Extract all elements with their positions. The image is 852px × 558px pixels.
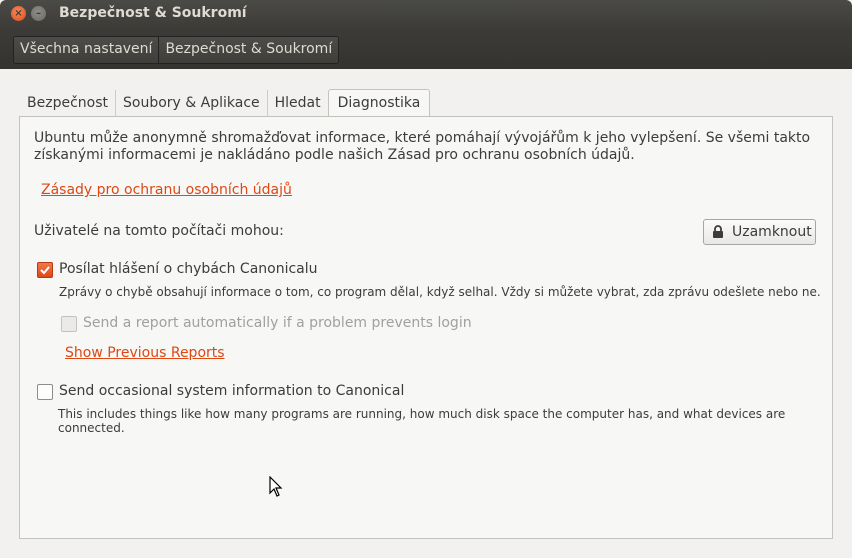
intro-text: Ubuntu může anonymně shromažďovat inform… [34, 130, 814, 164]
tab-files-applications[interactable]: Soubory & Aplikace [115, 90, 267, 116]
breadcrumb: Všechna nastavení Bezpečnost & Soukromí [13, 36, 340, 64]
tab-bar: Bezpečnost Soubory & Aplikace Hledat Dia… [20, 89, 431, 117]
privacy-policy-link[interactable]: Zásady pro ochranu osobních údajů [41, 182, 292, 198]
lock-button-label: Uzamknout [732, 224, 812, 240]
window-title: Bezpečnost & Soukromí [59, 5, 247, 21]
error-reports-description: Zprávy o chybě obsahují informace o tom,… [59, 285, 821, 299]
minimize-button[interactable]: – [31, 6, 46, 21]
tab-diagnostics[interactable]: Diagnostika [327, 89, 431, 117]
lock-icon [713, 225, 723, 238]
auto-report-checkbox[interactable] [61, 316, 77, 332]
close-button[interactable]: × [11, 6, 26, 21]
intro-line-2: získanými informacemi je nakládáno podle… [34, 147, 635, 163]
tab-security[interactable]: Bezpečnost [20, 90, 115, 116]
breadcrumb-all-settings[interactable]: Všechna nastavení [14, 37, 159, 63]
checkmark-icon [40, 266, 50, 275]
lock-button[interactable]: Uzamknout [703, 219, 816, 245]
breadcrumb-security-privacy[interactable]: Bezpečnost & Soukromí [158, 37, 339, 63]
show-previous-reports-link[interactable]: Show Previous Reports [65, 345, 225, 361]
toolbar: Všechna nastavení Bezpečnost & Soukromí [0, 29, 852, 69]
system-info-checkbox[interactable] [37, 384, 53, 400]
users-can-label: Uživatelé na tomto počítači mohou: [34, 223, 284, 239]
title-bar: × – Bezpečnost & Soukromí [0, 0, 852, 29]
auto-report-label[interactable]: Send a report automatically if a problem… [83, 315, 472, 331]
error-reports-checkbox[interactable] [37, 262, 53, 278]
system-info-label[interactable]: Send occasional system information to Ca… [59, 383, 404, 399]
mouse-cursor-icon [269, 476, 283, 497]
tab-search[interactable]: Hledat [266, 90, 328, 116]
system-info-description: This includes things like how many progr… [58, 407, 786, 435]
error-reports-label[interactable]: Posílat hlášení o chybách Canonicalu [59, 261, 318, 277]
intro-line-1: Ubuntu může anonymně shromažďovat inform… [34, 130, 811, 146]
